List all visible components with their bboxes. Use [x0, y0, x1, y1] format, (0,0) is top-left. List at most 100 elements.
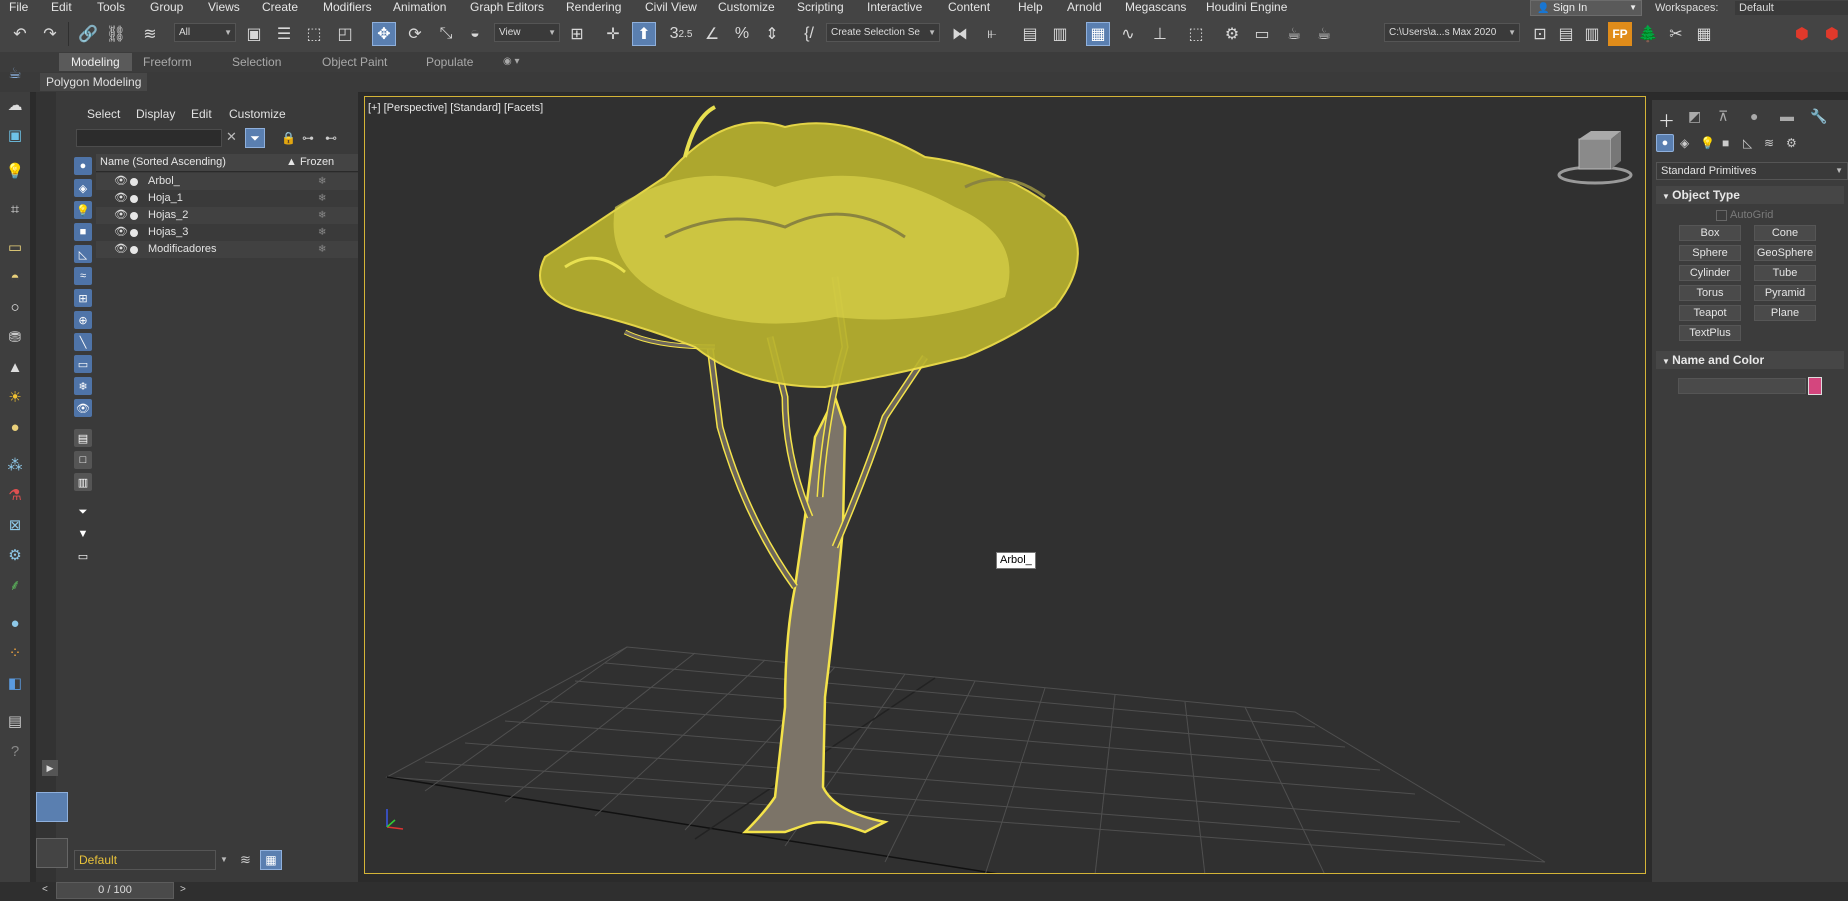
render-element-icon[interactable]: ◧: [4, 672, 26, 694]
next-frame-icon[interactable]: >: [180, 884, 186, 895]
cloud-icon[interactable]: ☁: [4, 94, 26, 116]
project-open-icon[interactable]: ▥: [1580, 22, 1604, 46]
tools-icon[interactable]: ✂: [1664, 22, 1688, 46]
object-color-swatch[interactable]: [1808, 377, 1822, 395]
menu-megascans[interactable]: Megascans: [1125, 0, 1186, 16]
viewport-layout-quad[interactable]: [36, 838, 68, 868]
tab-object-paint[interactable]: Object Paint: [322, 53, 387, 71]
hemisphere-icon[interactable]: ◓: [4, 266, 26, 288]
explorer-menu-customize[interactable]: Customize: [229, 107, 286, 121]
grid-table-icon[interactable]: ▦: [1692, 22, 1716, 46]
layers-stack-icon[interactable]: ≋: [240, 852, 251, 868]
helpers-category-icon[interactable]: ◺: [1743, 136, 1752, 150]
unlink-icon[interactable]: ⛓: [104, 22, 128, 46]
eye-icon[interactable]: 👁: [114, 241, 128, 258]
undo-icon[interactable]: ↶: [8, 22, 32, 46]
redshift-settings-icon[interactable]: ⬢: [1820, 22, 1844, 46]
toggle-layer-explorer-icon[interactable]: ▥: [1048, 22, 1072, 46]
hierarchy-collapse-icon[interactable]: ⊷: [325, 131, 337, 145]
filter-hidden-icon[interactable]: 👁: [74, 399, 92, 417]
window-crossing-icon[interactable]: ◰: [333, 22, 357, 46]
cone-button[interactable]: Cone: [1754, 225, 1816, 241]
systems-category-icon[interactable]: ⚙: [1786, 136, 1797, 150]
layers-icon[interactable]: ▤: [4, 710, 26, 732]
cameras-category-icon[interactable]: ■: [1722, 136, 1729, 150]
redo-icon[interactable]: ↷: [38, 22, 62, 46]
viewcube-icon[interactable]: [1557, 131, 1633, 185]
tab-selection[interactable]: Selection: [232, 53, 281, 71]
helper-icon[interactable]: ⊠: [4, 514, 26, 536]
layer-dropdown[interactable]: Default: [74, 850, 216, 870]
render-dot-icon[interactable]: [130, 229, 138, 237]
snowflake-icon[interactable]: ❄: [318, 173, 326, 190]
tab-modeling[interactable]: Modeling: [59, 53, 132, 71]
rendered-frame-window-icon[interactable]: ▭: [1250, 22, 1274, 46]
tab-populate[interactable]: Populate: [426, 53, 473, 71]
render-dot-icon[interactable]: [130, 246, 138, 254]
named-selection-dropdown[interactable]: Create Selection Se ▼: [826, 23, 940, 42]
autogrid-checkbox[interactable]: AutoGrid: [1716, 209, 1773, 221]
percent-snap-icon[interactable]: %: [730, 22, 754, 46]
eye-icon[interactable]: 👁: [114, 190, 128, 207]
grass-icon[interactable]: ⸙: [4, 574, 26, 596]
display-all-icon[interactable]: ▤: [74, 429, 92, 447]
menu-animation[interactable]: Animation: [393, 0, 446, 16]
edit-named-selection-icon[interactable]: {/: [797, 22, 821, 46]
hierarchy-tab-icon[interactable]: ⊼: [1718, 108, 1728, 125]
list-item[interactable]: 👁 Hojas_2 ❄: [96, 207, 358, 224]
column-frozen-header[interactable]: ▲ Frozen: [286, 156, 334, 168]
light-icon[interactable]: 💡: [4, 160, 26, 182]
viewport-layout-active[interactable]: [36, 792, 68, 822]
molecule-icon[interactable]: ⚗: [4, 484, 26, 506]
plane-icon[interactable]: ▭: [4, 236, 26, 258]
render-iterative-icon[interactable]: ☕: [1312, 22, 1336, 46]
menu-file[interactable]: File: [9, 0, 28, 16]
explorer-menu-select[interactable]: Select: [87, 107, 120, 121]
reference-coordinate-dropdown[interactable]: View ▼: [494, 23, 560, 42]
rotate-icon[interactable]: ⟳: [403, 22, 427, 46]
torus-button[interactable]: Torus: [1679, 285, 1741, 301]
gear-icon[interactable]: ⚙: [4, 544, 26, 566]
lights-category-icon[interactable]: 💡: [1700, 136, 1715, 150]
motion-tab-icon[interactable]: ●: [1750, 108, 1758, 124]
ribbon-options-icon[interactable]: ◉ ▾: [503, 53, 520, 71]
menu-help[interactable]: Help: [1018, 0, 1043, 16]
select-manipulate-icon[interactable]: ✛: [601, 22, 625, 46]
render-dot-icon[interactable]: [130, 212, 138, 220]
primitive-category-dropdown[interactable]: Standard Primitives ▼: [1656, 162, 1848, 180]
filter-shapes-icon[interactable]: ◈: [74, 179, 92, 197]
textplus-button[interactable]: TextPlus: [1679, 325, 1741, 341]
color-dots-icon[interactable]: ⁘: [4, 642, 26, 664]
pot-icon[interactable]: ⛃: [4, 326, 26, 348]
list-item[interactable]: 👁 Hoja_1 ❄: [96, 190, 358, 207]
layer-explorer-toggle-icon[interactable]: ▦: [260, 850, 282, 870]
funnel-icon[interactable]: ⏷: [74, 503, 92, 521]
clear-search-icon[interactable]: ✕: [226, 129, 237, 145]
filter-xrefs-icon[interactable]: ⊕: [74, 311, 92, 329]
tube-button[interactable]: Tube: [1754, 265, 1816, 281]
lock-icon[interactable]: 🔒: [281, 131, 296, 145]
box-button[interactable]: Box: [1679, 225, 1741, 241]
snowflake-icon[interactable]: ❄: [318, 224, 326, 241]
modify-tab-icon[interactable]: ◩: [1688, 108, 1701, 125]
explorer-menu-display[interactable]: Display: [136, 107, 175, 121]
camera-icon[interactable]: ⌗: [4, 198, 26, 220]
display-invert-icon[interactable]: ▥: [74, 473, 92, 491]
object-name-input[interactable]: [1678, 378, 1806, 394]
list-item[interactable]: 👁 Hojas_3 ❄: [96, 224, 358, 241]
tab-freeform[interactable]: Freeform: [143, 53, 192, 71]
angle-snap-icon[interactable]: ∠: [700, 22, 724, 46]
cone-icon[interactable]: ▲: [4, 356, 26, 378]
project-folder-icon[interactable]: ▤: [1554, 22, 1578, 46]
render-dot-icon[interactable]: [130, 195, 138, 203]
snowflake-icon[interactable]: ❄: [318, 190, 326, 207]
chevron-down-icon[interactable]: ▼: [220, 855, 228, 864]
menu-modifiers[interactable]: Modifiers: [323, 0, 372, 16]
shapes-category-icon[interactable]: ◈: [1680, 136, 1689, 150]
list-item[interactable]: 👁 Modificadores ❄: [96, 241, 358, 258]
spacewarps-category-icon[interactable]: ≋: [1764, 136, 1774, 150]
tree-model[interactable]: [539, 105, 1079, 834]
help-icon[interactable]: ?: [4, 740, 26, 762]
geometry-category-icon[interactable]: ●: [1656, 134, 1674, 152]
filter-geometry-icon[interactable]: ●: [74, 157, 92, 175]
